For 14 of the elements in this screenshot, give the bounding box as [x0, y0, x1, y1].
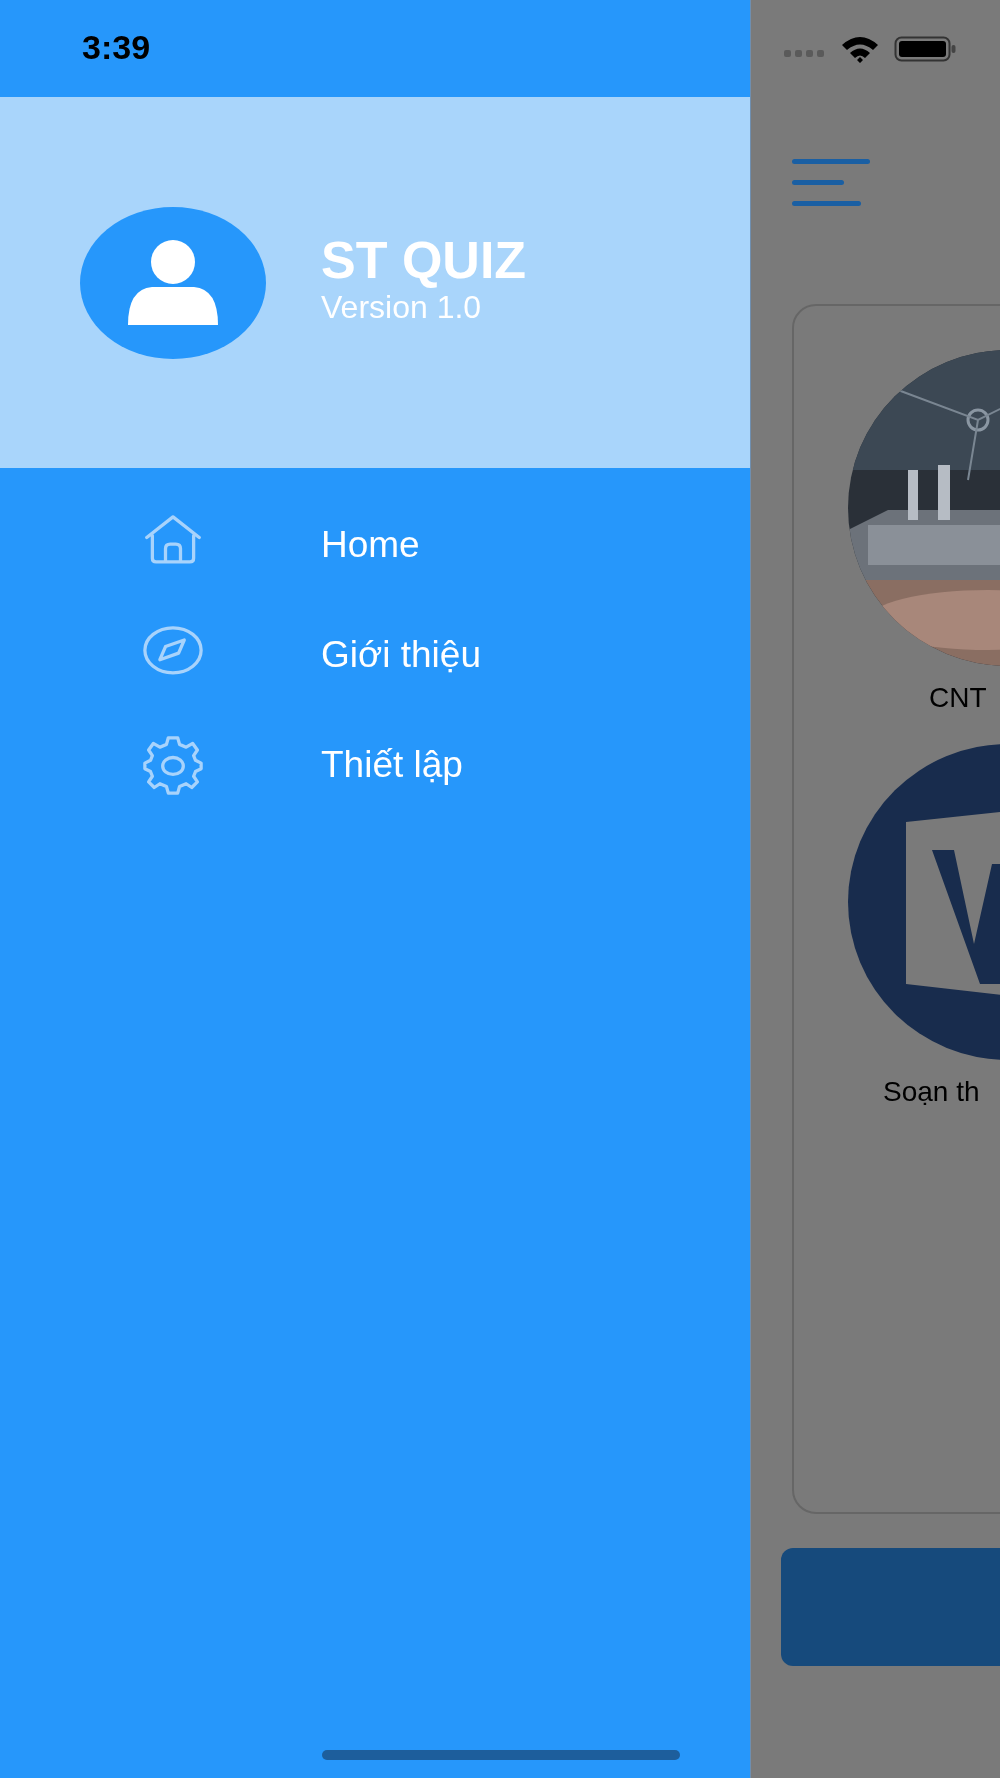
- signal-icon: [784, 49, 826, 58]
- category-label: CNT: [929, 682, 987, 714]
- wifi-icon: [840, 34, 880, 63]
- avatar-icon: [80, 206, 266, 359]
- settings-icon: [140, 735, 206, 795]
- category-label: Soạn th: [883, 1076, 980, 1108]
- battery-icon: [894, 35, 956, 62]
- status-time: 3:39: [82, 28, 151, 67]
- menu-item[interactable]: Home: [321, 524, 420, 566]
- menu-item[interactable]: Giới thiệu: [321, 634, 481, 676]
- version-text: Version 1.0: [321, 288, 483, 325]
- menu-icon[interactable]: [792, 159, 870, 207]
- menu-item[interactable]: Thiết lập: [321, 744, 463, 786]
- app-title: ST QUIZ: [321, 230, 527, 289]
